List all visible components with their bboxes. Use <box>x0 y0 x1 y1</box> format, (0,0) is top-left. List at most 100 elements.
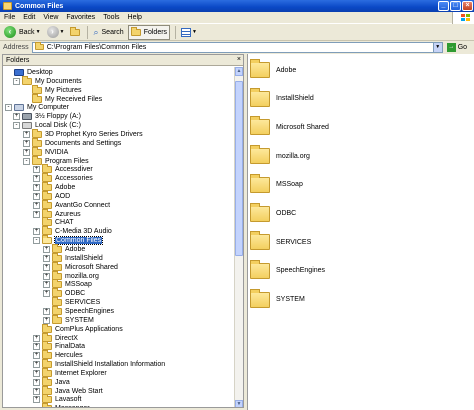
expand-icon[interactable]: + <box>33 201 40 209</box>
menu-help[interactable]: Help <box>128 14 142 21</box>
expand-icon[interactable]: + <box>23 148 30 156</box>
expand-icon[interactable]: + <box>33 192 40 200</box>
tree-item-label: Azureus <box>55 210 81 218</box>
expand-icon[interactable]: + <box>33 396 40 404</box>
minimize-button[interactable]: _ <box>438 1 449 11</box>
tree-item[interactable]: + DirectX <box>33 332 78 343</box>
expand-icon[interactable]: + <box>33 352 40 360</box>
tree-item[interactable]: + NVIDIA <box>23 146 68 157</box>
menu-tools[interactable]: Tools <box>103 14 119 21</box>
expand-icon[interactable]: + <box>33 369 40 377</box>
chevron-down-icon[interactable]: ▼ <box>60 29 65 35</box>
go-button[interactable]: → Go <box>446 42 467 52</box>
tree-item[interactable]: + Java <box>33 376 70 387</box>
maximize-button[interactable]: □ <box>450 1 461 11</box>
expand-icon[interactable]: + <box>33 166 40 174</box>
collapse-icon[interactable]: - <box>13 77 20 85</box>
expand-icon[interactable]: + <box>13 113 20 121</box>
folder-item[interactable]: SERVICES <box>250 231 311 253</box>
tree-item-label: Adobe <box>65 246 86 253</box>
folder-item[interactable]: mozilla.org <box>250 145 310 167</box>
expand-icon[interactable]: + <box>33 387 40 395</box>
expand-icon[interactable]: + <box>33 175 40 183</box>
tree-item[interactable]: My Received Files <box>23 93 102 104</box>
tree-item[interactable]: +3D Prophet Kyro Series Drivers <box>23 128 143 139</box>
folder-item[interactable]: ODBC <box>250 202 296 225</box>
collapse-icon[interactable]: - <box>33 237 40 245</box>
scroll-up-icon[interactable]: ▲ <box>235 67 243 76</box>
tree-item[interactable]: Messenger <box>33 403 90 407</box>
expand-icon[interactable]: + <box>23 130 30 138</box>
expand-icon[interactable]: + <box>33 334 40 342</box>
menu-view[interactable]: View <box>43 14 58 21</box>
expand-icon[interactable]: + <box>33 378 40 386</box>
title-bar[interactable]: Common Files _ □ × <box>0 0 474 12</box>
tree-item[interactable]: + Hercules <box>33 350 83 360</box>
folder-item[interactable]: SYSTEM <box>250 288 305 311</box>
views-button[interactable]: ▼ <box>179 25 199 40</box>
tree-item[interactable]: + AOD <box>33 190 70 201</box>
expand-icon[interactable]: + <box>43 254 50 262</box>
tree-item[interactable]: + Azureus <box>33 208 81 219</box>
folder-item[interactable]: InstallShield <box>250 87 314 110</box>
folders-button[interactable]: Folders <box>127 24 171 40</box>
vertical-scrollbar[interactable]: ▲ ▼ <box>234 67 243 407</box>
tree-item[interactable]: + Adobe <box>33 182 75 192</box>
menu-bar: File Edit View Favorites Tools Help <box>0 12 474 24</box>
tree-item[interactable]: - My Computer <box>5 103 69 112</box>
tree-item[interactable]: CHAT <box>33 217 74 227</box>
folder-item[interactable]: MSSoap <box>250 173 303 196</box>
folder-item-label: SpeechEngines <box>276 267 326 275</box>
tree-item[interactable]: - Local Disk (C:) <box>13 121 81 130</box>
tree-item[interactable]: Desktop <box>5 68 53 77</box>
forward-button[interactable]: › ▼ <box>45 25 67 40</box>
scroll-down-icon[interactable]: ▼ <box>235 400 243 407</box>
tree-item[interactable]: + InstallShield Installation Information <box>33 359 165 369</box>
tree-item-label: CHAT <box>55 219 74 227</box>
expand-icon[interactable]: + <box>43 281 50 289</box>
menu-favorites[interactable]: Favorites <box>66 14 95 21</box>
back-button[interactable]: ‹ Back ▼ <box>2 25 43 40</box>
chevron-down-icon[interactable]: ▼ <box>36 29 41 35</box>
folder-item[interactable]: SpeechEngines <box>250 259 326 282</box>
address-input[interactable]: C:\Program Files\Common Files ▼ <box>31 41 443 53</box>
tree-item[interactable]: + Adobe <box>43 244 86 254</box>
close-button[interactable]: × <box>462 1 473 11</box>
chevron-down-icon[interactable]: ▼ <box>432 42 442 52</box>
search-button[interactable]: ⌕ Search <box>91 25 125 40</box>
expand-icon[interactable]: + <box>43 263 50 271</box>
chevron-down-icon[interactable]: ▼ <box>192 29 197 35</box>
expand-icon[interactable]: + <box>43 246 50 253</box>
tree-item[interactable]: - Program Files <box>23 155 89 166</box>
expand-icon[interactable]: + <box>33 184 40 192</box>
expand-icon[interactable]: + <box>23 139 30 147</box>
collapse-icon[interactable]: - <box>13 122 20 130</box>
tree-item[interactable]: + MSSoap <box>43 279 92 289</box>
collapse-icon[interactable]: - <box>23 157 30 165</box>
up-button[interactable] <box>68 25 82 40</box>
folder-item[interactable]: Adobe <box>250 59 296 81</box>
tree-item[interactable]: + FinalData <box>33 341 85 351</box>
folder-icon <box>32 93 42 103</box>
expand-icon[interactable]: + <box>43 307 50 315</box>
expand-icon[interactable]: + <box>33 210 40 218</box>
tree-item[interactable]: - Common Files <box>33 235 104 246</box>
expand-icon[interactable]: + <box>43 290 50 298</box>
tree-item[interactable]: + Lavasoft <box>33 394 81 404</box>
tree-item[interactable]: - My Documents <box>13 75 82 86</box>
expand-icon[interactable]: + <box>43 272 50 280</box>
collapse-icon[interactable]: - <box>5 104 12 112</box>
tree-item-label: Java Web Start <box>55 387 103 395</box>
tree-item[interactable]: +3½ Floppy (A:) <box>13 112 81 121</box>
folder-icon <box>250 87 270 107</box>
close-icon[interactable]: × <box>237 56 241 64</box>
tree-item[interactable]: + SYSTEM <box>43 314 94 325</box>
expand-icon[interactable]: + <box>33 228 40 236</box>
menu-file[interactable]: File <box>4 14 15 21</box>
scrollbar-thumb[interactable] <box>235 81 243 256</box>
tree-item[interactable]: + ODBC <box>43 288 85 298</box>
menu-edit[interactable]: Edit <box>23 14 35 21</box>
expand-icon[interactable]: + <box>33 361 40 369</box>
folder-item[interactable]: Microsoft Shared <box>250 116 329 138</box>
expand-icon[interactable]: + <box>33 343 40 351</box>
